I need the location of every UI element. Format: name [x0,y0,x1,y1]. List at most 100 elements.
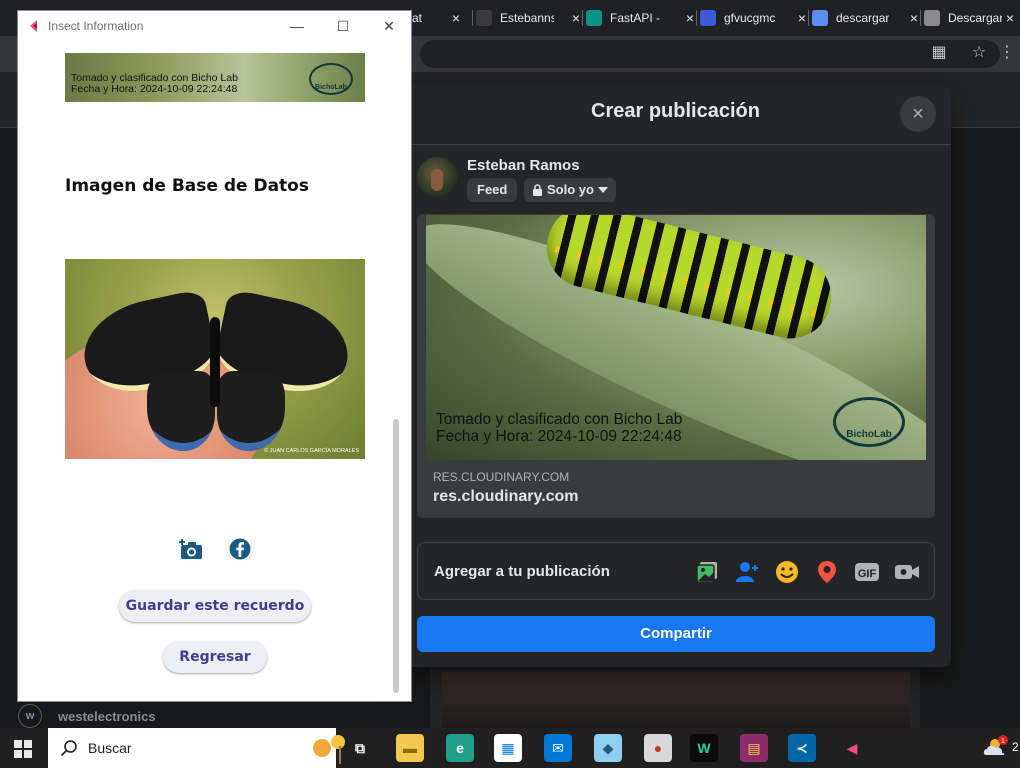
extensions-icon[interactable]: ▦ [928,42,950,64]
link-domain-title: res.cloudinary.com [433,488,579,505]
photo-credit: © JUAN CARLOS GARCÍA MORALES [264,448,359,454]
tab-close-icon[interactable]: × [798,10,806,26]
database-butterfly-image: © JUAN CARLOS GARCÍA MORALES [65,259,365,459]
check-in-location-icon[interactable] [814,559,840,585]
watermark-line-2: Fecha y Hora: 2024-10-09 22:24:48 [71,83,238,95]
add-photo-camera-icon[interactable] [178,537,204,561]
tab-separator [582,10,583,26]
taskbar-clock[interactable]: 2 [1012,740,1019,754]
github-icon [476,10,492,26]
feeling-emoji-icon[interactable] [774,559,800,585]
gif-text: GIF [858,568,877,580]
flutter-app-icon [30,20,37,32]
paint-app-icon[interactable]: ● [644,734,672,762]
facebook-share-icon[interactable] [229,538,251,560]
privacy-selector-button[interactable]: Solo yo [524,178,616,202]
window-titlebar[interactable]: Insect Information — ☐ ✕ [18,11,411,41]
create-post-dialog: Crear publicación × Esteban Ramos Feed S… [400,84,951,667]
browser-tab[interactable]: FastAPI - × [586,4,700,32]
captured-insect-image: Tomado y clasificado con Bicho Lab Fecha… [65,53,365,102]
account-name: westelectronics [58,708,156,724]
browser-tab[interactable]: gfvucgmc × [700,4,812,32]
vscode-icon[interactable]: ≺ [788,734,816,762]
menu-icon[interactable]: ⋮ [996,42,1018,64]
browser-tab[interactable]: Descargar × [924,4,1020,32]
server-icon [700,10,716,26]
store-icon[interactable]: ▦ [494,734,522,762]
winrar-icon[interactable]: ▤ [740,734,768,762]
share-post-button[interactable]: Compartir [417,616,935,652]
photo-watermark: Tomado y clasificado con Bicho Lab Fecha… [436,411,682,445]
windows-taskbar: Buscar ⧉ ▬ e ▦ ✉ ◆ ● W ▤ ≺ ◀ 1 2 [0,728,1020,768]
live-video-icon[interactable] [894,559,920,585]
bicholab-logo: BichoLab [833,397,905,447]
browser-tab-title: Descargar [948,11,1002,25]
photo-video-icon[interactable] [694,559,720,585]
privacy-label: Solo yo [547,182,594,197]
butterfly-hindwing-right [217,371,285,451]
tag-people-icon[interactable] [734,559,760,585]
captured-image-watermark: Tomado y clasificado con Bicho Lab Fecha… [71,73,238,95]
close-dialog-button[interactable]: × [900,96,936,132]
document-icon [924,10,940,26]
caterpillar-photo: Tomado y clasificado con Bicho Lab Fecha… [426,215,926,460]
browser-tab-title: Estebanns [500,11,554,25]
watermark-line-1: Tomado y clasificado con Bicho Lab [436,411,683,428]
taskbar-search-box[interactable]: Buscar [48,728,374,768]
account-avatar: w [18,704,42,728]
weather-cloud-icon[interactable]: 1 [982,734,1008,760]
user-avatar [417,157,457,197]
maximize-button[interactable]: ☐ [328,15,358,37]
caret-down-icon [597,187,608,193]
database-image-heading: Imagen de Base de Datos [65,176,309,196]
lock-icon [533,184,542,196]
gif-icon[interactable]: GIF [854,559,880,585]
link-preview-card[interactable]: Tomado y clasificado con Bicho Lab Fecha… [417,214,935,518]
window-scrollbar[interactable] [393,419,399,693]
add-to-post-bar: Agregar a tu publicación GIF [417,542,935,600]
notes-app-icon[interactable]: ◆ [594,734,622,762]
save-memory-button[interactable]: Guardar este recuerdo [119,590,311,622]
tab-close-icon[interactable]: × [686,10,694,26]
browser-tab-title: FastAPI - [610,11,661,25]
window-title: Insect Information [48,19,144,33]
tab-close-icon[interactable]: × [1006,10,1014,26]
browser-tab[interactable]: Estebanns × [476,4,586,32]
address-bar[interactable] [420,40,1000,68]
search-icon [60,740,77,757]
tab-close-icon[interactable]: × [910,10,918,26]
browser-tab-title: gfvucgmc [724,11,776,25]
add-to-post-label: Agregar a tu publicación [434,563,610,580]
insect-information-window: Insect Information — ☐ ✕ Tomado y clasif… [17,10,412,702]
search-placeholder: Buscar [88,740,132,756]
tab-separator [472,10,473,26]
mail-icon[interactable]: ✉ [544,734,572,762]
minimize-button[interactable]: — [282,15,312,37]
butterfly-body [210,317,220,407]
webstorm-icon[interactable]: W [690,734,718,762]
watermark-line-2: Fecha y Hora: 2024-10-09 22:24:48 [436,428,682,445]
tab-separator [920,10,921,26]
feed-selector-button[interactable]: Feed [467,178,518,202]
bicholab-logo: BichoLab [309,63,353,95]
fastapi-icon [586,10,602,26]
tab-separator [808,10,809,26]
back-button[interactable]: Regresar [163,641,267,673]
browser-tab[interactable]: descargar × [812,4,924,32]
start-windows-icon[interactable] [14,740,32,758]
tab-separator [696,10,697,26]
link-domain-caption: RES.CLOUDINARY.COM [433,470,570,484]
bookmark-star-icon[interactable]: ☆ [968,42,990,64]
task-view-icon[interactable]: ⧉ [346,734,374,762]
dialog-divider [400,144,951,145]
user-name: Esteban Ramos [467,157,580,174]
background-account-row: w westelectronics [18,704,156,728]
flutter-app-icon[interactable]: ◀ [838,734,866,762]
browser-tab-title: descargar [836,11,890,25]
tab-close-icon[interactable]: × [452,10,460,26]
search-icon [812,10,828,26]
file-explorer-icon[interactable]: ▬ [396,734,424,762]
close-window-button[interactable]: ✕ [374,15,404,37]
edge-icon[interactable]: e [446,734,474,762]
tab-close-icon[interactable]: × [572,10,580,26]
